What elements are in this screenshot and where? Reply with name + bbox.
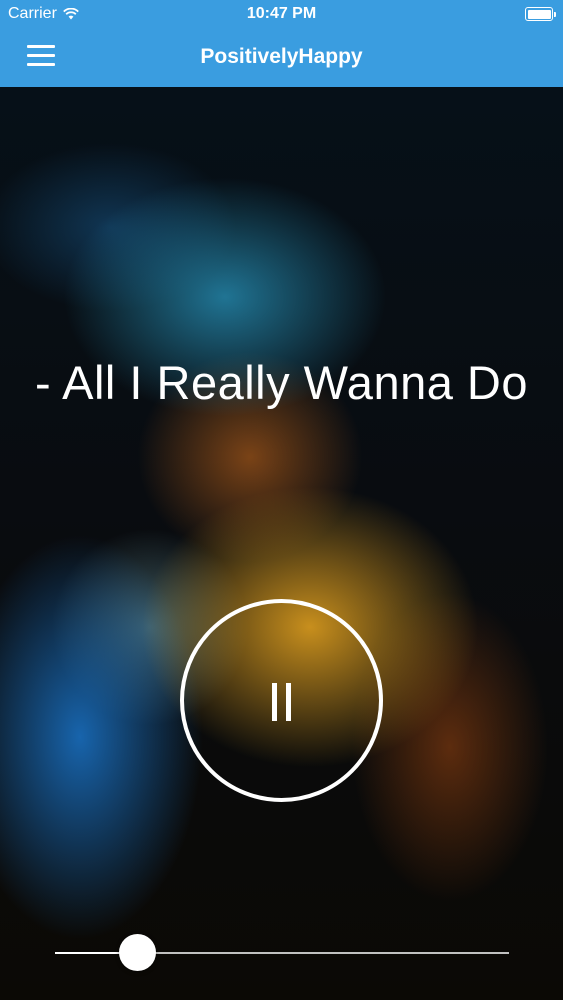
pause-icon <box>269 683 295 721</box>
status-bar: Carrier 10:47 PM <box>0 0 563 30</box>
blurred-album-background <box>0 87 563 1000</box>
song-title: - All I Really Wanna Do <box>35 356 528 409</box>
battery-icon <box>525 7 556 21</box>
pause-button[interactable] <box>180 599 383 802</box>
progress-thumb[interactable] <box>118 934 156 971</box>
playback-progress-slider[interactable] <box>55 934 509 971</box>
header: Carrier 10:47 PM PositivelyHappy <box>0 0 563 87</box>
status-time: 10:47 PM <box>246 5 317 22</box>
player-screen: Carrier 10:47 PM PositivelyHappy - All I… <box>0 0 563 1000</box>
battery-level <box>527 9 551 19</box>
app-title: PositivelyHappy <box>200 45 363 68</box>
